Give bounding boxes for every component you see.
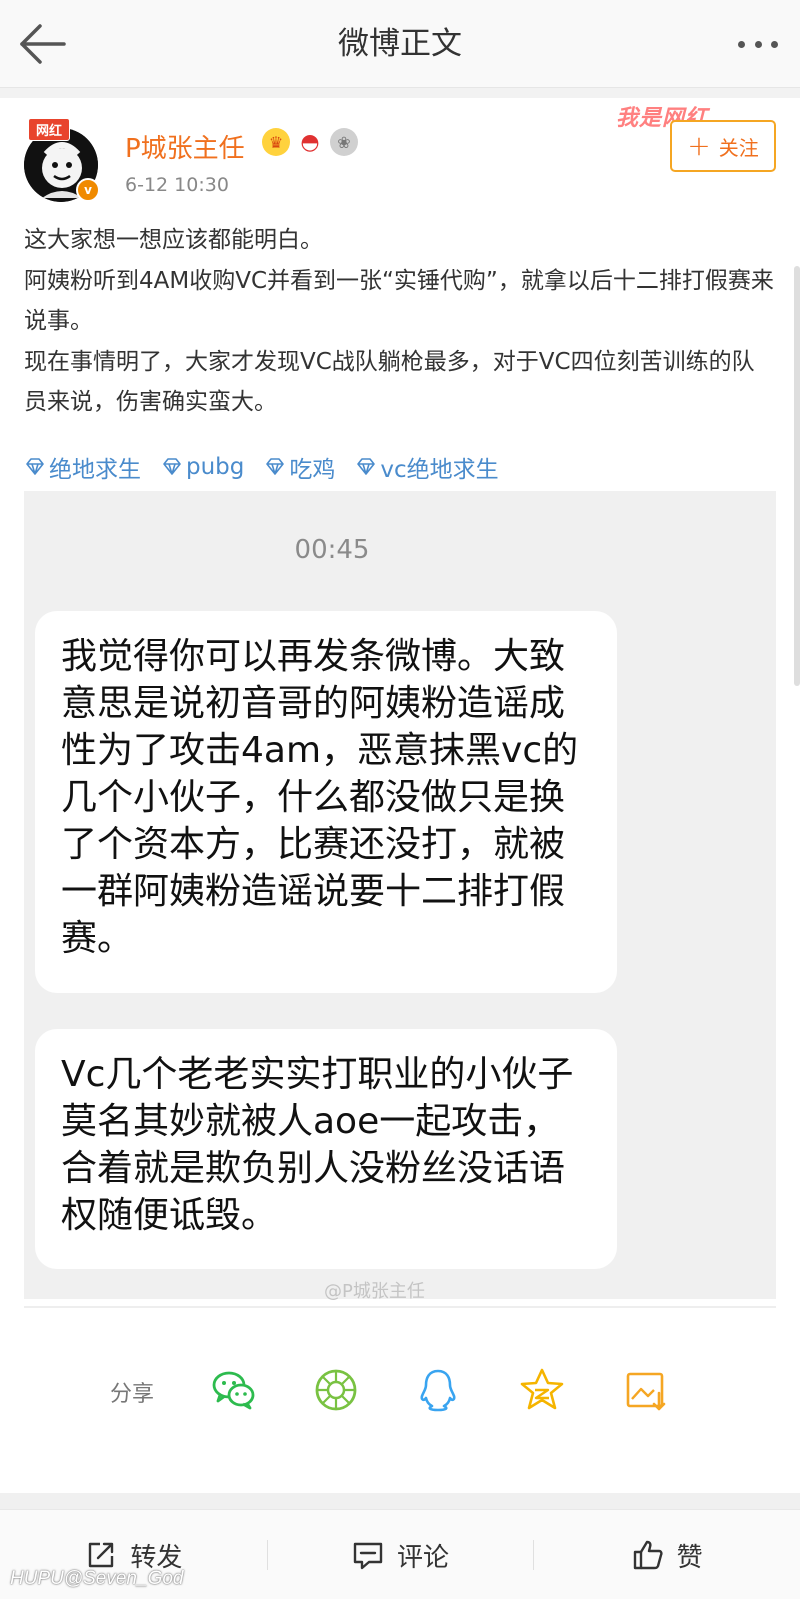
comment-icon [353, 1542, 383, 1570]
like-label: 赞 [676, 1542, 703, 1573]
share-row: 分享 [0, 1356, 800, 1432]
more-options-icon[interactable] [730, 22, 786, 66]
chat-message-bubble: Vc几个老老实实打职业的小伙子莫名其妙就被人aoe一起攻击，合着就是欺负别人没粉… [35, 1029, 617, 1269]
qzone-icon[interactable] [514, 1362, 570, 1418]
qq-icon[interactable] [410, 1362, 466, 1418]
wechat-icon[interactable] [206, 1362, 262, 1418]
crown-icon[interactable]: ♛ [262, 128, 290, 156]
back-arrow-icon[interactable] [16, 20, 68, 68]
topic-link[interactable]: vc绝地求生 [355, 450, 499, 484]
topic-label: 吃鸡 [289, 457, 336, 483]
repost-icon [89, 1542, 114, 1568]
topic-link[interactable]: pubg [161, 450, 244, 484]
topic-link[interactable]: 绝地求生 [24, 450, 141, 484]
follow-button[interactable]: + 关注 [670, 120, 776, 172]
attached-image[interactable]: 00:45 我觉得你可以再发条微博。大致意思是说初音哥的阿姨粉造谣成性为了攻击4… [24, 491, 776, 1302]
follow-label: 关注 [718, 135, 759, 160]
author-badges: ♛ ◓ ❀ [262, 128, 358, 156]
verified-badge-icon: v [76, 178, 100, 202]
topic-diamond-icon [26, 458, 44, 475]
topic-label: vc绝地求生 [380, 457, 499, 483]
divider [0, 1493, 800, 1509]
moments-icon[interactable] [308, 1362, 364, 1418]
influencer-tag: 网红 [28, 118, 71, 141]
top-nav-bar: 微博正文 [0, 0, 800, 88]
save-image-icon[interactable] [618, 1362, 674, 1418]
scrollbar[interactable] [794, 266, 800, 686]
topic-diamond-icon [266, 458, 285, 475]
post-paragraph: 阿姨粉听到4AM收购VC并看到一张“实锤代购”，就拿以后十二排打假赛来说事。 [24, 267, 774, 335]
chat-message-bubble: 我觉得你可以再发条微博。大致意思是说初音哥的阿姨粉造谣成性为了攻击4am，恶意抹… [35, 611, 617, 993]
avatar[interactable]: 网红 v [24, 118, 100, 202]
author-name[interactable]: P城张主任 [125, 128, 245, 165]
post-paragraph: 这大家想一想应该都能明白。 [24, 227, 323, 253]
corner-watermark: HUPU@Seven_God [10, 1568, 184, 1589]
divider [24, 1306, 776, 1308]
topic-diamond-icon [163, 458, 181, 475]
weibo-post-card: 网红 v P城张主任 ♛ ◓ ❀ 6-12 10:30 我是网红 + 关注 这大… [0, 98, 800, 1493]
topic-label: 绝地求生 [49, 457, 141, 483]
post-timestamp: 6-12 10:30 [125, 174, 229, 196]
page-title: 微博正文 [338, 26, 462, 62]
post-body: 这大家想一想应该都能明白。 阿姨粉听到4AM收购VC并看到一张“实锤代购”，就拿… [24, 220, 776, 423]
plus-icon: + [687, 129, 711, 162]
share-label: 分享 [110, 1382, 155, 1407]
topic-label: pubg [186, 454, 245, 480]
comment-button[interactable]: 评论 [266, 1510, 534, 1599]
post-paragraph: 现在事情明了，大家才发现VC战队躺枪最多，对于VC四位刻苦训练的队员来说，伤害确… [24, 348, 755, 416]
comment-label: 评论 [396, 1542, 449, 1573]
medal-icon[interactable]: ❀ [330, 128, 358, 156]
image-watermark: @P城张主任 [324, 1281, 425, 1302]
topic-diamond-icon [357, 458, 376, 475]
like-button[interactable]: 赞 [533, 1510, 800, 1599]
chat-timestamp: 00:45 [294, 535, 370, 565]
thumbs-up-icon [633, 1540, 663, 1570]
topic-list: 绝地求生 pubg 吃鸡 vc绝地求生 [24, 450, 499, 484]
topic-link[interactable]: 吃鸡 [264, 450, 335, 484]
watermelon-icon[interactable]: ◓ [296, 128, 324, 156]
